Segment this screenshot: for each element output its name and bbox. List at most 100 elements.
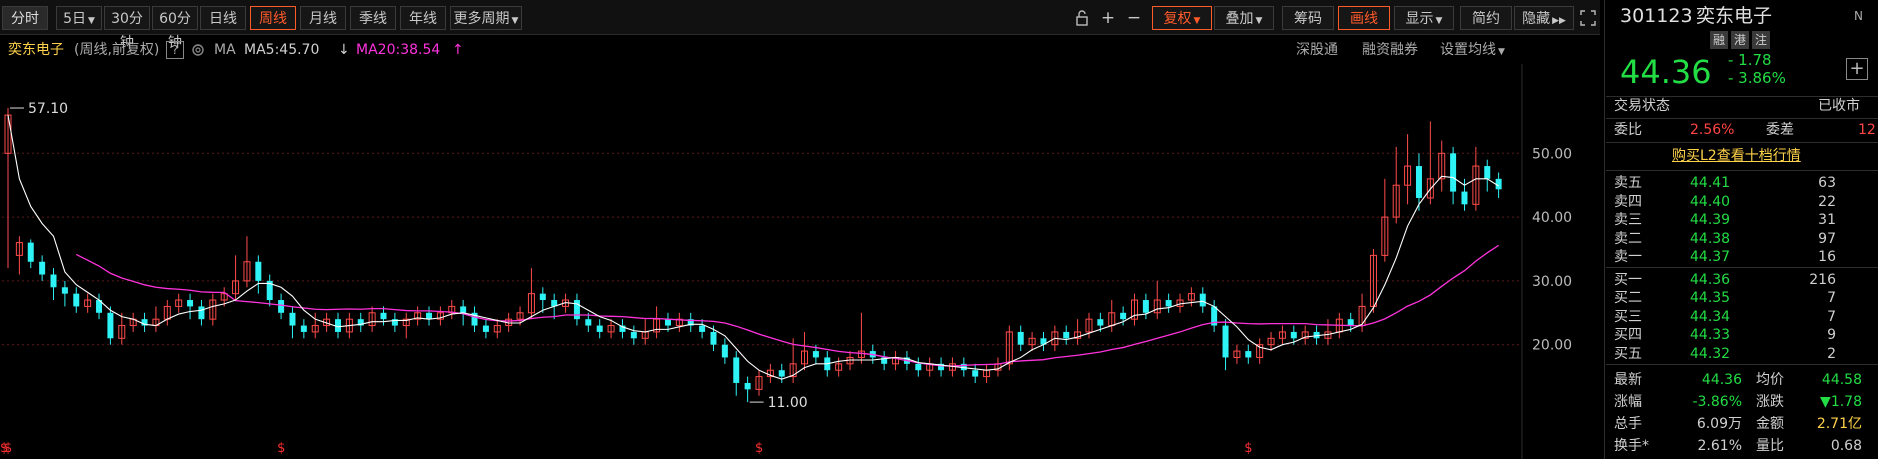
level-label: 买三 — [1614, 308, 1642, 325]
fuquan-button[interactable]: 复权 ▼ — [1152, 6, 1212, 30]
y-tick-label: 20.00 — [1532, 338, 1572, 354]
level-price: 44.33 — [1690, 327, 1731, 343]
tab-60min[interactable]: 60分钟 — [152, 6, 198, 51]
divider — [1606, 364, 1878, 365]
status-value: 已收市 — [1818, 98, 1860, 114]
divider — [1606, 118, 1878, 119]
kline-svg[interactable]: 50.0040.0030.0020.0057.1011.00$ $ $ $$ — [0, 64, 1605, 459]
stock-code: 301123 — [1620, 5, 1693, 27]
tag-registered: 注 — [1752, 31, 1770, 49]
hide-label: 隐藏 — [1522, 11, 1551, 27]
candle-body — [812, 351, 819, 358]
link-margin[interactable]: 融资融券 — [1362, 40, 1418, 60]
set-ma-button[interactable]: 设置均线 ▼ — [1440, 40, 1505, 62]
n-icon[interactable]: N — [1854, 6, 1863, 26]
candle-body — [1097, 319, 1104, 326]
ma20-value: MA20:38.54 — [356, 42, 441, 58]
candle-body — [573, 300, 580, 320]
tab-weekly[interactable]: 周线 — [250, 6, 296, 30]
add-watchlist-icon[interactable]: + — [1846, 58, 1868, 80]
kline-chart[interactable]: 50.00 40.00 30.00 20.00 57.10 11.00 $ $ $ $ $ — [0, 64, 1605, 459]
dividend-marker-icon: $ — [0, 441, 8, 456]
weibi-value: 2.56% — [1690, 122, 1735, 138]
zoom-in-icon[interactable]: + — [1096, 6, 1120, 30]
chevron-down-icon: ▼ — [1498, 47, 1505, 57]
last-price: 44.36 — [1620, 53, 1712, 91]
level-label: 买四 — [1614, 327, 1642, 343]
level-price: 44.34 — [1690, 308, 1731, 325]
ma5-value: MA5:45.70 — [244, 42, 320, 58]
stat-label: 总手 — [1614, 416, 1642, 432]
price-change: - 1.78 — [1728, 51, 1772, 69]
link-shengutong[interactable]: 深股通 — [1296, 40, 1338, 60]
stat-value: 0.68 — [1830, 438, 1862, 454]
candle-body — [1484, 166, 1491, 179]
quote-panel: 301123 奕东电子 N 融港注 44.36 - 1.78 - 3.86% +… — [1606, 0, 1878, 459]
tab-30min[interactable]: 30分钟 — [104, 6, 150, 51]
stat-value: ▼1.78 — [1820, 394, 1862, 410]
level-price: 44.36 — [1690, 271, 1731, 288]
candle-body — [1450, 153, 1457, 192]
tag-hk: 港 — [1731, 31, 1749, 49]
help-icon[interactable]: ? — [166, 41, 184, 59]
level-volume: 9 — [1827, 327, 1836, 343]
stat-value: 2.71亿 — [1816, 416, 1862, 432]
overlay-label: 叠加 — [1225, 11, 1254, 27]
level-label: 卖四 — [1614, 193, 1642, 210]
fullscreen-icon[interactable] — [1576, 6, 1600, 30]
candle-body — [1142, 300, 1149, 313]
candle-body — [278, 300, 285, 313]
stock-title: 奕东电子 — [1696, 5, 1773, 27]
candle-body — [198, 306, 205, 320]
dividend-marker-icon: $ — [277, 441, 285, 456]
simple-button[interactable]: 简约 — [1460, 6, 1512, 30]
level-volume: 63 — [1818, 175, 1836, 191]
zoom-out-icon[interactable]: − — [1122, 6, 1146, 30]
candle-body — [1290, 331, 1297, 339]
candle-body — [539, 293, 546, 301]
high-marker-label: 57.10 — [28, 101, 68, 117]
low-marker-label: 11.00 — [768, 395, 808, 411]
more-periods-button[interactable]: 更多周期 ▼ — [450, 6, 522, 30]
chart-info-bar: 奕东电子 (周线,前复权) ? MA MA5:45.70 ↓ MA20:38.5… — [0, 36, 1600, 64]
level-label: 卖二 — [1614, 230, 1642, 247]
status-label: 交易状态 — [1614, 98, 1670, 114]
tab-monthly[interactable]: 月线 — [300, 6, 346, 30]
draw-line-button[interactable]: 画线 — [1338, 6, 1390, 30]
chart-toolbar: 分时 5日 ▼ 30分钟 60分钟 日线 周线 月线 季线 年线 更多周期 ▼ + … — [0, 0, 1600, 51]
divider — [1606, 267, 1878, 268]
hide-button[interactable]: 隐藏 ▶▶ — [1514, 6, 1574, 30]
tab-fenshi[interactable]: 分时 — [2, 6, 48, 30]
tab-quarterly[interactable]: 季线 — [350, 6, 396, 30]
level-volume: 16 — [1818, 249, 1836, 265]
candle-body — [380, 312, 387, 320]
candle-body — [778, 370, 785, 377]
stat-label: 涨幅 — [1614, 394, 1642, 410]
ma20-line — [75, 244, 1499, 367]
candle-body — [1415, 166, 1422, 198]
dividend-marker-icon: $ — [755, 441, 763, 456]
overlay-button[interactable]: 叠加 ▼ — [1214, 6, 1274, 30]
stat-label: 金额 — [1756, 416, 1784, 432]
weicha-value: 12 — [1858, 122, 1876, 138]
set-ma-label: 设置均线 — [1440, 42, 1496, 58]
arrow-up-icon: ↑ — [452, 42, 464, 58]
settings-gear-icon[interactable] — [190, 40, 206, 64]
level-label: 买一 — [1614, 271, 1642, 288]
candle-body — [107, 312, 114, 339]
tab-5day[interactable]: 5日 ▼ — [56, 6, 102, 30]
chevron-down-icon: ▼ — [88, 16, 95, 26]
panel-divider — [1604, 0, 1605, 459]
stat-label: 量比 — [1756, 438, 1784, 454]
tab-yearly[interactable]: 年线 — [400, 6, 446, 30]
candle-body — [1017, 331, 1024, 345]
candle-body — [482, 325, 489, 332]
price-change-pct: - 3.86% — [1728, 69, 1786, 87]
chips-button[interactable]: 筹码 — [1282, 6, 1334, 30]
display-button[interactable]: 显示 ▼ — [1394, 6, 1454, 30]
l2-link[interactable]: 购买L2查看十档行情 — [1672, 146, 1801, 166]
lock-icon[interactable] — [1070, 6, 1094, 30]
y-tick-label: 30.00 — [1532, 274, 1572, 290]
tab-daily[interactable]: 日线 — [200, 6, 246, 30]
level-volume: 2 — [1827, 345, 1836, 362]
